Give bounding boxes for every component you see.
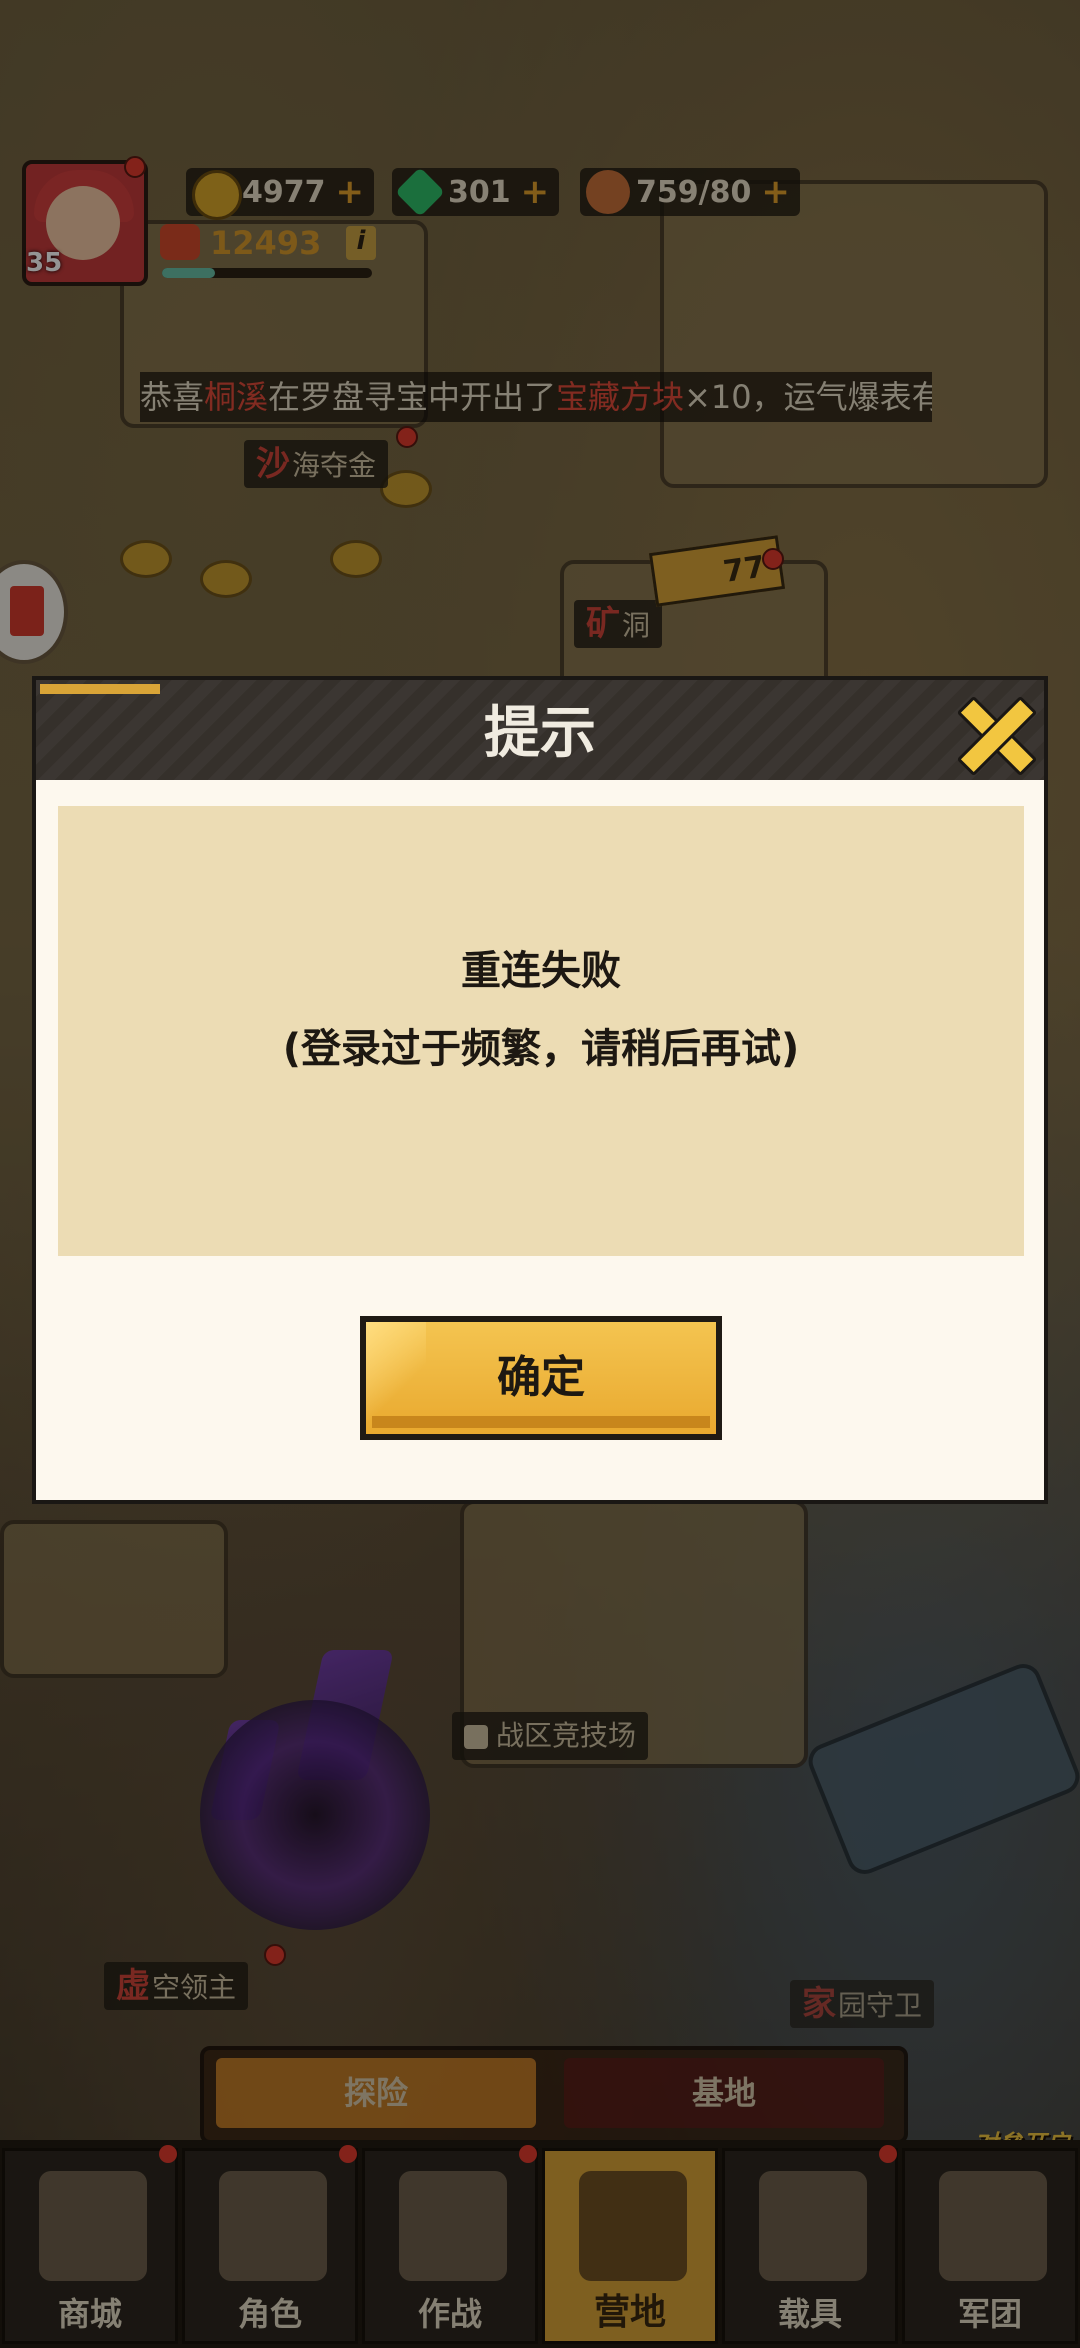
message-box: 重连失败 (登录过于频繁，请稍后再试) [58,806,1024,1256]
alert-dialog: 提示 重连失败 (登录过于频繁，请稍后再试) 确定 [32,676,1048,1504]
confirm-label: 确定 [497,1352,585,1403]
close-button[interactable] [946,686,1038,778]
confirm-button-face: 确定 [366,1322,716,1434]
message-detail: (登录过于频繁，请稍后再试) [282,1026,800,1072]
message-title: 重连失败 [461,948,621,994]
dialog-header: 提示 [32,676,1048,784]
dialog-title: 提示 [484,701,596,766]
confirm-button[interactable]: 确定 [360,1316,722,1440]
dialog-body: 重连失败 (登录过于频繁，请稍后再试) 确定 [32,780,1048,1504]
